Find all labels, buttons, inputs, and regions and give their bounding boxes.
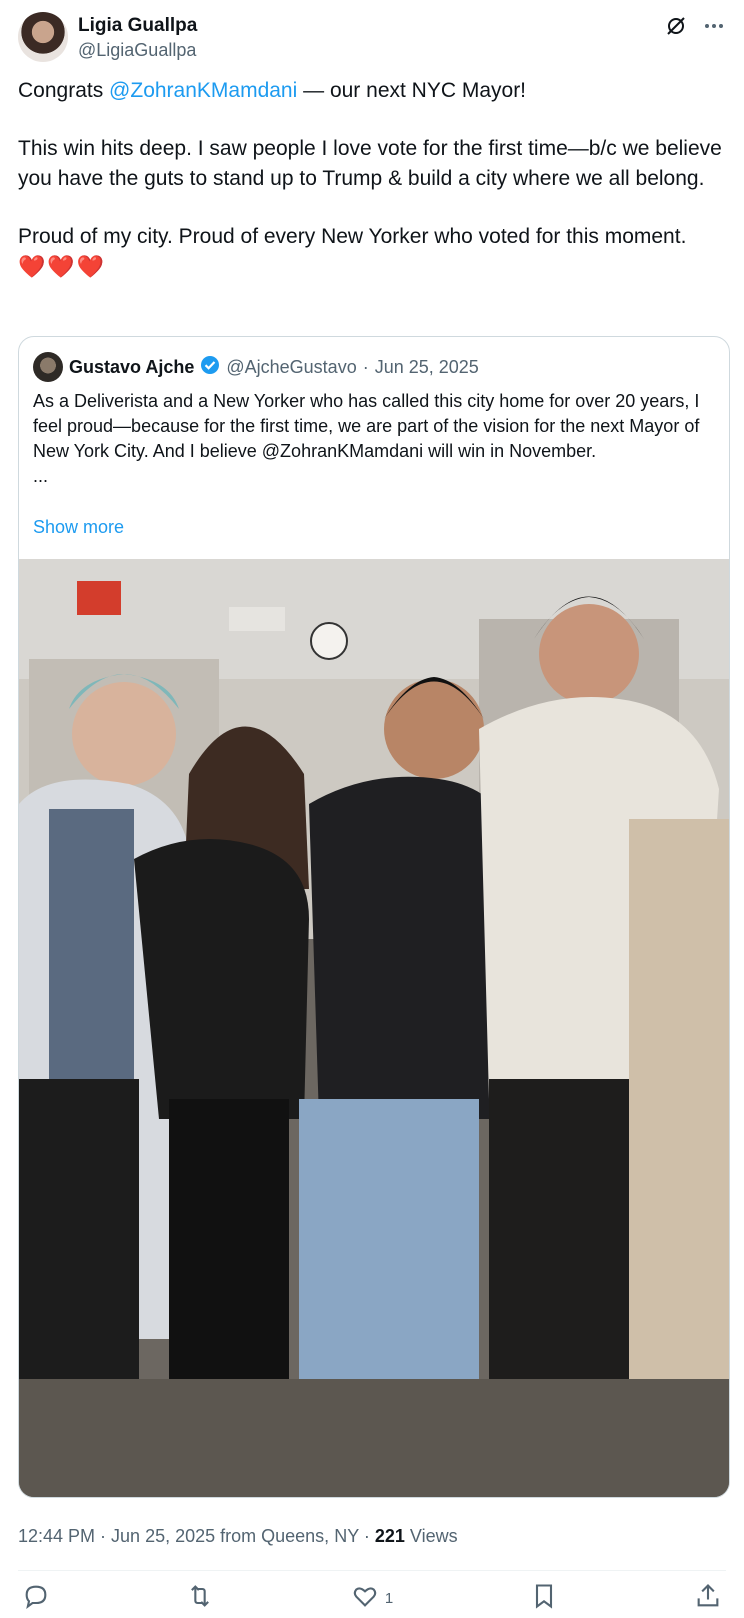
quoted-text: As a Deliverista and a New Yorker who ha…: [33, 391, 700, 461]
repost-button[interactable]: [186, 1582, 214, 1614]
bookmark-icon: [530, 1582, 558, 1614]
post-time[interactable]: 12:44 PM: [18, 1526, 95, 1546]
reply-icon: [22, 1582, 50, 1614]
post-location: from Queens, NY: [215, 1526, 359, 1546]
quoted-post[interactable]: Gustavo Ajche @AjcheGustavo · Jun 25, 20…: [18, 336, 730, 1498]
post-text: Congrats @ZohranKMamdani — our next NYC …: [18, 76, 730, 282]
author-handle[interactable]: @LigiaGuallpa: [78, 40, 196, 61]
post-paragraph-3: Proud of my city. Proud of every New Yor…: [18, 225, 687, 248]
header-actions: [664, 14, 726, 43]
like-count: 1: [384, 1589, 394, 1607]
meta-dot: ·: [95, 1526, 112, 1546]
quoted-post-header: Gustavo Ajche @AjcheGustavo · Jun 25, 20…: [33, 351, 479, 383]
quoted-date: Jun 25, 2025: [374, 356, 479, 377]
quoted-author-avatar: [33, 352, 63, 382]
text-prefix: Congrats: [18, 79, 110, 102]
verified-badge-icon: [200, 355, 220, 380]
post-paragraph-2: This win hits deep. I saw people I love …: [18, 137, 722, 190]
quoted-photo[interactable]: [19, 559, 729, 1497]
views-count: 221: [374, 1526, 405, 1546]
post-header: Ligia Guallpa @LigiaGuallpa: [18, 12, 726, 64]
text-suffix: — our next NYC Mayor!: [297, 79, 527, 102]
author-name[interactable]: Ligia Guallpa: [78, 15, 197, 37]
action-bar: 1: [22, 1580, 722, 1616]
quoted-author-name: Gustavo Ajche: [69, 356, 195, 377]
quoted-post-body: As a Deliverista and a New Yorker who ha…: [33, 389, 715, 489]
meta-dot: ·: [358, 1526, 375, 1546]
bookmark-button[interactable]: [530, 1582, 558, 1614]
post-meta: 12:44 PM · Jun 25, 2025 from Queens, NY …: [18, 1526, 458, 1547]
quoted-separator: ·: [362, 356, 369, 377]
hearts-emoji: ❤️❤️❤️: [18, 254, 107, 279]
repost-icon: [186, 1582, 214, 1614]
share-icon: [694, 1582, 722, 1614]
more-options-icon[interactable]: [702, 14, 726, 43]
post-date[interactable]: Jun 25, 2025: [111, 1526, 215, 1546]
quoted-ellipsis: ...: [33, 466, 49, 486]
like-button[interactable]: 1: [351, 1582, 393, 1614]
grok-icon[interactable]: [664, 14, 688, 43]
quoted-author-handle: @AjcheGustavo: [226, 356, 357, 377]
reply-button[interactable]: [22, 1582, 50, 1614]
divider: [18, 1570, 726, 1571]
show-more-link[interactable]: Show more: [33, 517, 124, 538]
author-avatar[interactable]: [18, 12, 68, 62]
group-photo-image: [19, 559, 729, 1497]
heart-icon: [351, 1582, 379, 1614]
mention-link[interactable]: @ZohranKMamdani: [109, 79, 297, 102]
views-label: Views: [404, 1526, 458, 1546]
share-button[interactable]: [694, 1582, 722, 1614]
